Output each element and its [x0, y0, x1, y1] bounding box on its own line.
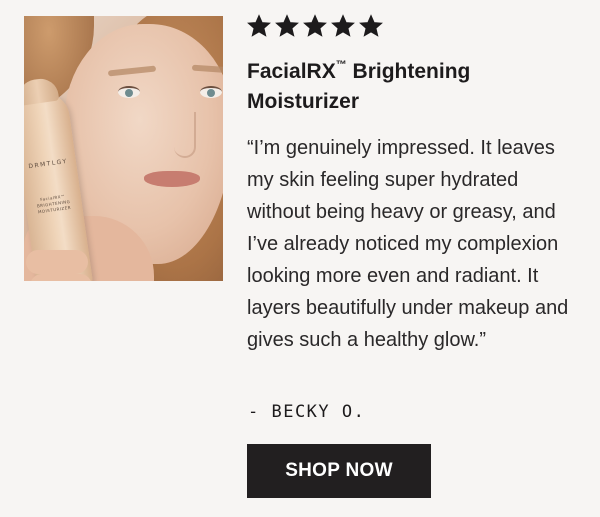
product-photo: DRMTLGY FacialRX™ BRIGHTENING MOISTURIZE… [24, 16, 223, 281]
bottle-brand-label: DRMTLGY [28, 157, 69, 171]
model-lips [144, 171, 200, 187]
right-eye [200, 86, 222, 98]
star-icon [247, 14, 271, 37]
review-card: DRMTLGY FacialRX™ BRIGHTENING MOISTURIZE… [0, 0, 600, 517]
star-icon [331, 14, 355, 37]
star-icon [275, 14, 299, 37]
review-author: - BECKY O. [248, 402, 366, 422]
review-quote: “I’m genuinely impressed. It leaves my s… [247, 137, 569, 351]
star-rating [247, 14, 383, 38]
product-title: FacialRX™ Brightening Moisturizer [247, 52, 567, 117]
star-icon [359, 14, 383, 37]
left-eye [118, 86, 140, 98]
trademark-mark: ™ [335, 59, 347, 71]
shop-now-button[interactable]: SHOP NOW [247, 444, 431, 498]
star-icon [303, 14, 327, 37]
product-title-main: FacialRX [247, 60, 336, 83]
